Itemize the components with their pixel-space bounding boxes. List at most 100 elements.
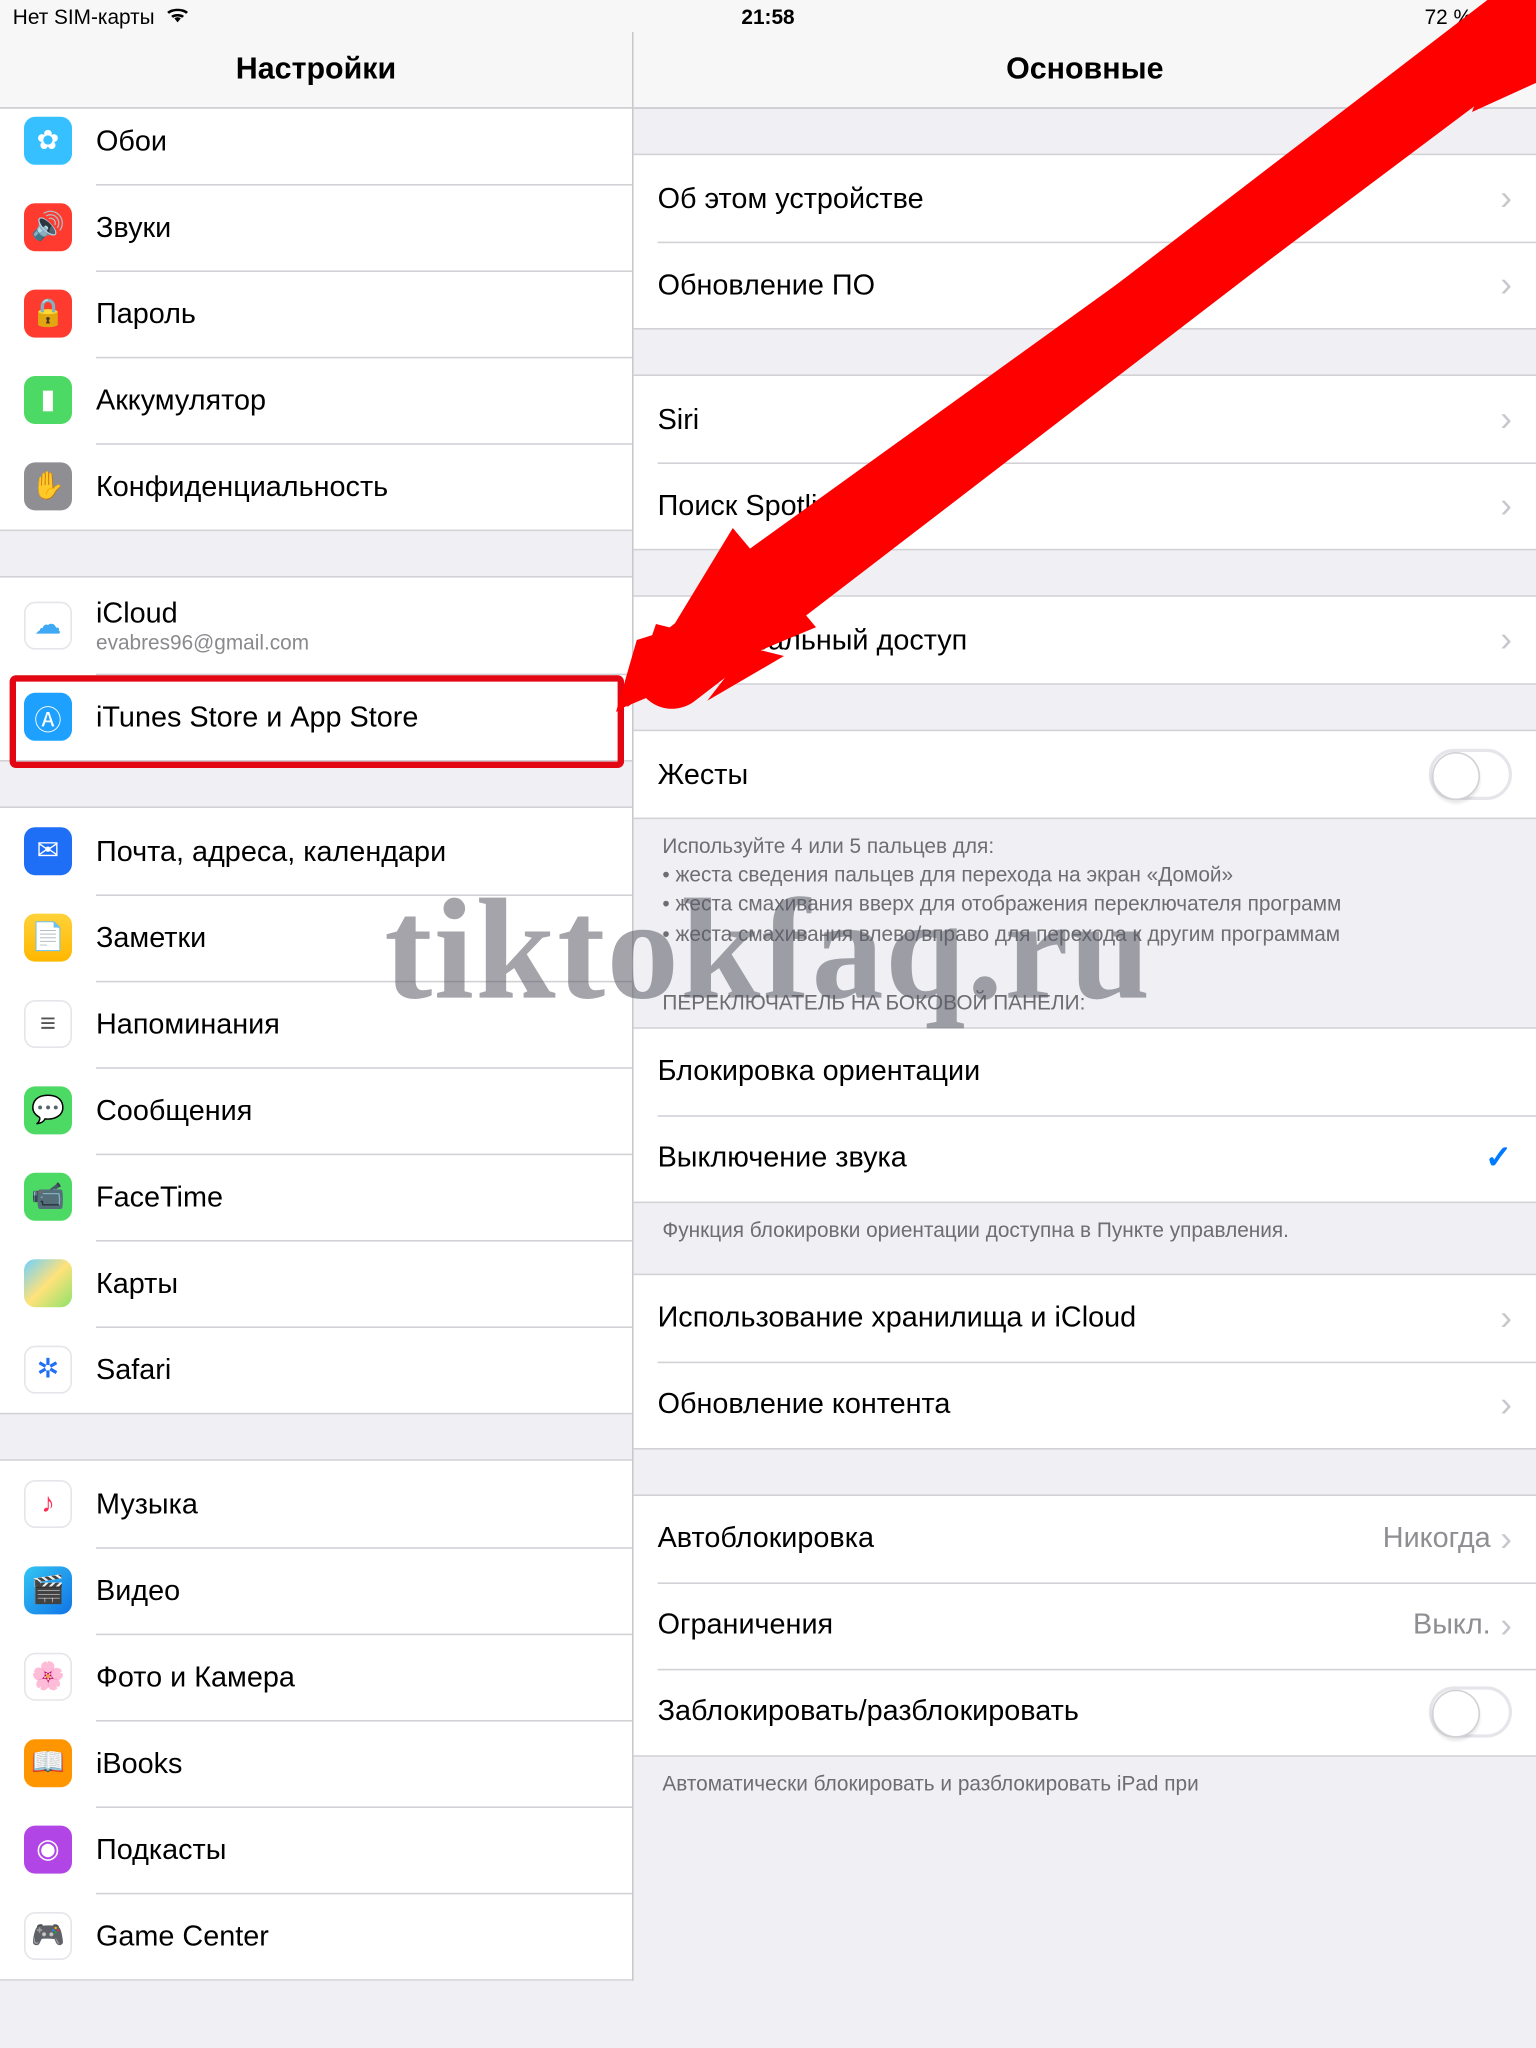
sidebar-item-label: Напоминания xyxy=(96,1007,608,1041)
chevron-right-icon: › xyxy=(1500,267,1512,302)
facetime-icon: 📹 xyxy=(24,1173,72,1221)
sidebar-item-itunes-appstore[interactable]: Ⓐ iTunes Store и App Store xyxy=(0,674,632,760)
detail-pane: Основные Об этом устройстве › Обновление… xyxy=(634,32,1536,1981)
sidebar-title: Настройки xyxy=(236,52,396,87)
row-about[interactable]: Об этом устройстве › xyxy=(634,155,1536,241)
video-icon: 🎬 xyxy=(24,1566,72,1614)
sidebar-item-photos[interactable]: 🌸 Фото и Камера xyxy=(0,1634,632,1720)
side-switch-header: ПЕРЕКЛЮЧАТЕЛЬ НА БОКОВОЙ ПАНЕЛИ: xyxy=(634,948,1536,1026)
sidebar-item-label: Аккумулятор xyxy=(96,383,608,417)
chevron-right-icon: › xyxy=(1500,181,1512,216)
row-label: Блокировка ориентации xyxy=(658,1055,1512,1089)
sim-status: Нет SIM-карты xyxy=(13,4,155,28)
row-label: Поиск Spotlight xyxy=(658,489,1501,523)
row-autolock[interactable]: Автоблокировка Никогда › xyxy=(634,1496,1536,1582)
chevron-right-icon: › xyxy=(1500,1301,1512,1336)
sidebar-item-music[interactable]: ♪ Музыка xyxy=(0,1461,632,1547)
sidebar-item-label: Пароль xyxy=(96,297,608,331)
sidebar-item-label: Подкасты xyxy=(96,1833,608,1867)
sidebar-item-label: Safari xyxy=(96,1353,608,1387)
row-siri[interactable]: Siri › xyxy=(634,376,1536,462)
sidebar-item-label: Фото и Камера xyxy=(96,1660,608,1694)
icloud-icon: ☁ xyxy=(24,602,72,650)
side-switch-footer: Функция блокировки ориентации доступна в… xyxy=(634,1203,1536,1245)
appstore-icon: Ⓐ xyxy=(24,693,72,741)
battery-settings-icon: ▮ xyxy=(24,376,72,424)
sidebar-item-maps[interactable]: Карты xyxy=(0,1240,632,1326)
podcasts-icon: ◉ xyxy=(24,1826,72,1874)
sidebar-item-privacy[interactable]: ✋ Конфиденциальность xyxy=(0,443,632,529)
checkmark-icon: ✓ xyxy=(1485,1138,1512,1178)
gestures-toggle[interactable] xyxy=(1429,749,1512,800)
sidebar-item-sounds[interactable]: 🔊 Звуки xyxy=(0,184,632,270)
sidebar-item-label: FaceTime xyxy=(96,1180,608,1214)
sidebar-item-label: iCloud xyxy=(96,597,309,631)
sidebar-item-notes[interactable]: 📄 Заметки xyxy=(0,894,632,980)
sounds-icon: 🔊 xyxy=(24,203,72,251)
sidebar-item-messages[interactable]: 💬 Сообщения xyxy=(0,1067,632,1153)
sidebar-item-reminders[interactable]: ≡ Напоминания xyxy=(0,981,632,1067)
row-lock-rotation[interactable]: Блокировка ориентации xyxy=(634,1028,1536,1114)
sidebar-item-label: iBooks xyxy=(96,1746,608,1780)
messages-icon: 💬 xyxy=(24,1086,72,1134)
row-label: Автоблокировка xyxy=(658,1522,1383,1556)
sidebar-item-label: Звуки xyxy=(96,210,608,244)
sidebar-item-gamecenter[interactable]: 🎮 Game Center xyxy=(0,1893,632,1979)
row-background-refresh[interactable]: Обновление контента › xyxy=(634,1362,1536,1448)
sidebar-item-label: iTunes Store и App Store xyxy=(96,700,608,734)
sidebar-item-label: Обои xyxy=(96,124,608,158)
detail-title: Основные xyxy=(1006,52,1163,87)
sidebar-item-icloud[interactable]: ☁ iCloud evabres96@gmail.com xyxy=(0,578,632,674)
row-accessibility[interactable]: Универсальный доступ › xyxy=(634,597,1536,683)
chevron-right-icon: › xyxy=(1500,488,1512,523)
row-restrictions[interactable]: Ограничения Выкл. › xyxy=(634,1582,1536,1668)
row-software-update[interactable]: Обновление ПО › xyxy=(634,242,1536,328)
row-mute[interactable]: Выключение звука ✓ xyxy=(634,1115,1536,1201)
wifi-icon xyxy=(164,4,190,28)
battery-icon xyxy=(1482,6,1524,25)
row-spotlight[interactable]: Поиск Spotlight › xyxy=(634,462,1536,548)
settings-sidebar: Настройки ✿ Обои 🔊 Звуки 🔒 Пароль ▮ Ак xyxy=(0,32,634,1981)
row-value: Выкл. xyxy=(1413,1609,1491,1643)
row-storage-icloud[interactable]: Использование хранилища и iCloud › xyxy=(634,1275,1536,1361)
mail-icon: ✉ xyxy=(24,827,72,875)
sidebar-item-battery[interactable]: ▮ Аккумулятор xyxy=(0,357,632,443)
row-label: Обновление ПО xyxy=(658,268,1501,302)
row-label: Жесты xyxy=(658,758,1429,792)
sidebar-item-video[interactable]: 🎬 Видео xyxy=(0,1547,632,1633)
sidebar-item-label: Почта, адреса, календари xyxy=(96,834,608,868)
chevron-right-icon: › xyxy=(1500,402,1512,437)
lock-unlock-toggle[interactable] xyxy=(1429,1686,1512,1737)
maps-icon xyxy=(24,1259,72,1307)
notes-icon: 📄 xyxy=(24,914,72,962)
row-label: Обновление контента xyxy=(658,1388,1501,1422)
clock: 21:58 xyxy=(741,4,794,28)
sidebar-item-safari[interactable]: ✲ Safari xyxy=(0,1326,632,1412)
chevron-right-icon: › xyxy=(1500,1387,1512,1422)
status-bar: Нет SIM-карты 21:58 72 % xyxy=(0,0,1536,32)
photos-icon: 🌸 xyxy=(24,1653,72,1701)
row-gestures[interactable]: Жесты xyxy=(634,731,1536,817)
row-lock-unlock[interactable]: Заблокировать/разблокировать xyxy=(634,1669,1536,1755)
wallpaper-icon: ✿ xyxy=(24,117,72,165)
sidebar-item-ibooks[interactable]: 📖 iBooks xyxy=(0,1720,632,1806)
reminders-icon: ≡ xyxy=(24,1000,72,1048)
sidebar-navbar: Настройки xyxy=(0,32,632,109)
gamecenter-icon: 🎮 xyxy=(24,1912,72,1960)
sidebar-item-mail[interactable]: ✉ Почта, адреса, календари xyxy=(0,808,632,894)
row-label: Использование хранилища и iCloud xyxy=(658,1302,1501,1336)
safari-icon: ✲ xyxy=(24,1346,72,1394)
row-label: Siri xyxy=(658,402,1501,436)
sidebar-item-facetime[interactable]: 📹 FaceTime xyxy=(0,1154,632,1240)
battery-percent: 72 % xyxy=(1425,4,1472,28)
row-label: Универсальный доступ xyxy=(658,623,1501,657)
detail-navbar: Основные xyxy=(634,32,1536,109)
sidebar-item-label: Заметки xyxy=(96,921,608,955)
sidebar-item-wallpaper[interactable]: ✿ Обои xyxy=(0,109,632,184)
icloud-account-email: evabres96@gmail.com xyxy=(96,630,309,654)
gestures-footer: Используйте 4 или 5 пальцев для: • жеста… xyxy=(634,819,1536,948)
lock-unlock-footer: Автоматически блокировать и разблокирова… xyxy=(634,1757,1536,1799)
sidebar-item-passcode[interactable]: 🔒 Пароль xyxy=(0,270,632,356)
chevron-right-icon: › xyxy=(1500,1522,1512,1557)
sidebar-item-podcasts[interactable]: ◉ Подкасты xyxy=(0,1806,632,1892)
